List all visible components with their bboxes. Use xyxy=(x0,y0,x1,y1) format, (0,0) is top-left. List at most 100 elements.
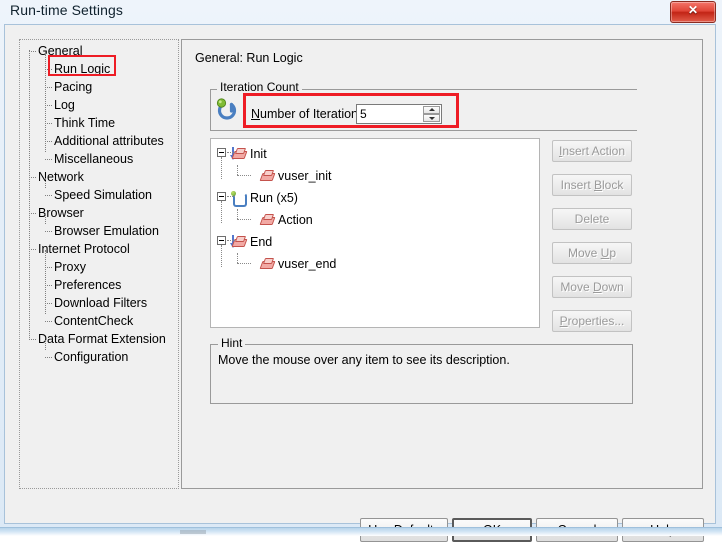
sidebar-item-label: Miscellaneous xyxy=(54,152,134,166)
init-block-icon xyxy=(230,146,248,160)
sidebar-item-run-logic[interactable]: Run Logic xyxy=(20,60,178,78)
sidebar-item-browser[interactable]: Browser xyxy=(20,204,178,222)
runtime-settings-window: Run-time Settings ✕ General Run Logic Paci… xyxy=(0,0,722,542)
tree-node-label: vuser_end xyxy=(278,256,337,271)
sidebar-item-label: Internet Protocol xyxy=(38,242,130,256)
btn-label-pre: Move xyxy=(560,280,593,294)
page-title: General: Run Logic xyxy=(191,51,307,65)
tree-node-run-x5-[interactable]: Run (x5) xyxy=(231,187,298,207)
btn-label-post: lock xyxy=(602,178,624,192)
sidebar-item-label: Preferences xyxy=(54,278,122,292)
btn-label-post: roperties... xyxy=(567,314,625,328)
sidebar-item-label: Data Format Extension xyxy=(38,332,166,346)
iterations-accel-char: N xyxy=(251,107,261,121)
tree-connector xyxy=(237,263,251,264)
action-block-icon xyxy=(259,256,276,270)
nav-subtree-spine xyxy=(45,52,46,152)
sidebar-item-think-time[interactable]: Think Time xyxy=(20,114,178,132)
tree-connector xyxy=(237,175,251,176)
nav-subtree-spine xyxy=(45,178,46,188)
move-down-button: Move Down xyxy=(552,276,632,298)
tree-node-label: Action xyxy=(278,212,313,227)
end-block-icon xyxy=(230,234,248,248)
tree-node-label: Run (x5) xyxy=(250,190,298,205)
sidebar-item-contentcheck[interactable]: ContentCheck xyxy=(20,312,178,330)
insert-action-button: Insert Action xyxy=(552,140,632,162)
tree-connector xyxy=(221,201,222,223)
sidebar-item-label: Download Filters xyxy=(54,296,148,310)
spinner-up-button[interactable] xyxy=(423,106,440,114)
btn-label-pre: Insert xyxy=(560,178,594,192)
tree-expander-collapse-icon[interactable] xyxy=(217,148,226,157)
close-button[interactable]: ✕ xyxy=(670,1,716,23)
sidebar-item-label: Speed Simulation xyxy=(54,188,152,202)
btn-label-pre: Move xyxy=(567,246,601,260)
action-block-icon xyxy=(259,168,276,182)
close-icon: ✕ xyxy=(687,3,699,17)
run-logic-tree[interactable]: Init vuser_init Run (x5) Action End vuser_end xyxy=(210,138,540,328)
hint-text: Move the mouse over any item to see its … xyxy=(218,353,510,367)
move-up-button: Move Up xyxy=(552,242,632,264)
iteration-count-label: Iteration Count xyxy=(217,80,302,94)
tree-connector xyxy=(221,157,222,179)
sidebar-item-preferences[interactable]: Preferences xyxy=(20,276,178,294)
iterations-field-label: Number of Iterations: xyxy=(251,107,368,121)
sidebar-item-pacing[interactable]: Pacing xyxy=(20,78,178,96)
tree-node-label: End xyxy=(250,234,273,249)
tree-connector xyxy=(237,209,238,219)
sidebar-item-general[interactable]: General xyxy=(20,42,178,60)
delete-button: Delete xyxy=(552,208,632,230)
window-bottom-edge xyxy=(0,527,722,536)
properties-button: Properties... xyxy=(552,310,632,332)
sidebar-item-network[interactable]: Network xyxy=(20,168,178,186)
sidebar-item-label: Configuration xyxy=(54,350,129,364)
nav-subtree-spine xyxy=(45,340,46,350)
tree-expander-collapse-icon[interactable] xyxy=(217,236,226,245)
sidebar-item-internet-protocol[interactable]: Internet Protocol xyxy=(20,240,178,258)
settings-nav-tree[interactable]: General Run Logic Pacing Log Think Time Addit… xyxy=(19,39,179,489)
btn-label-post: nsert Action xyxy=(562,144,626,158)
iterations-label-rest: umber of Iterations: xyxy=(260,107,368,121)
tree-node-action[interactable]: Action xyxy=(259,209,313,229)
window-title: Run-time Settings xyxy=(10,2,123,18)
iterations-spinner[interactable] xyxy=(423,106,440,122)
sidebar-item-miscellaneous[interactable]: Miscellaneous xyxy=(20,150,178,168)
sidebar-item-label: Additional attributes xyxy=(54,134,164,148)
sidebar-item-download-filters[interactable]: Download Filters xyxy=(20,294,178,312)
action-block-icon xyxy=(259,212,276,226)
tree-node-end[interactable]: End xyxy=(230,231,273,251)
insert-block-button: Insert Block xyxy=(552,174,632,196)
tree-node-label: Init xyxy=(250,146,267,161)
chevron-down-icon xyxy=(428,117,435,120)
sidebar-item-data-format-extension[interactable]: Data Format Extension xyxy=(20,330,178,348)
tree-node-init[interactable]: Init xyxy=(230,143,267,163)
spinner-down-button[interactable] xyxy=(423,114,440,122)
tree-connector xyxy=(221,245,222,267)
sidebar-item-log[interactable]: Log xyxy=(20,96,178,114)
sidebar-item-configuration[interactable]: Configuration xyxy=(20,348,178,366)
tree-connector xyxy=(227,240,235,241)
tree-node-label: vuser_init xyxy=(278,168,332,183)
dialog-client-area: General Run Logic Pacing Log Think Time Addit… xyxy=(4,24,716,542)
btn-accel-char: B xyxy=(594,178,603,192)
sidebar-item-browser-emulation[interactable]: Browser Emulation xyxy=(20,222,178,240)
tree-connector xyxy=(237,219,251,220)
btn-label-post: own xyxy=(601,280,624,294)
iterations-input-wrapper[interactable] xyxy=(356,104,442,124)
sidebar-item-additional-attributes[interactable]: Additional attributes xyxy=(20,132,178,150)
loop-icon xyxy=(231,190,247,207)
tree-node-vuser-end[interactable]: vuser_end xyxy=(259,253,336,273)
tree-node-vuser-init[interactable]: vuser_init xyxy=(259,165,332,185)
btn-accel-char: P xyxy=(559,314,568,328)
window-resize-nub xyxy=(180,530,206,534)
chevron-up-icon xyxy=(428,108,435,111)
sidebar-item-proxy[interactable]: Proxy xyxy=(20,258,178,276)
btn-label-post: p xyxy=(609,246,617,260)
btn-label-pre: Delete xyxy=(574,212,610,226)
tree-connector xyxy=(237,165,238,175)
sidebar-item-speed-simulation[interactable]: Speed Simulation xyxy=(20,186,178,204)
sidebar-item-label: Pacing xyxy=(54,80,93,94)
number-of-iterations-input[interactable] xyxy=(358,106,420,122)
tree-expander-collapse-icon[interactable] xyxy=(217,192,226,201)
sidebar-item-label: Run Logic xyxy=(54,62,111,76)
